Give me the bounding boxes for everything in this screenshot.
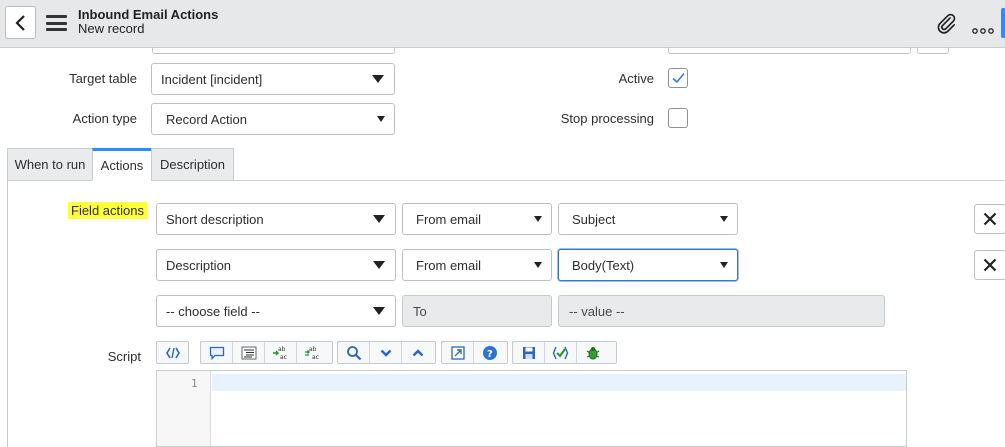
toolbar-group-edit: ab ac ab ac [200, 341, 333, 364]
field-action-value-select[interactable]: Body(Text) [558, 249, 738, 281]
new-field-select[interactable]: -- choose field -- [156, 295, 396, 327]
dropdown-caret-icon [377, 116, 385, 122]
save-icon [522, 346, 535, 359]
new-source-readonly: To [402, 295, 552, 327]
chevron-down-icon [380, 349, 391, 357]
help-button[interactable]: ? [474, 342, 506, 363]
field-action-source-value: From email [416, 211, 482, 227]
field-actions-label: Field actions [68, 202, 147, 219]
hamburger-icon[interactable] [46, 15, 67, 31]
form-header: Inbound Email Actions New record [0, 0, 1005, 48]
field-action-source-select[interactable]: From email [402, 203, 552, 235]
close-icon [983, 212, 997, 226]
replace-icon: abac [272, 346, 287, 361]
comment-button[interactable] [201, 342, 233, 363]
syntax-check-icon [552, 346, 568, 359]
stop-processing-checkbox[interactable] [668, 108, 688, 128]
toolbar-group-format [156, 341, 189, 364]
chevron-left-icon [14, 14, 25, 31]
partial-field-left[interactable] [152, 47, 395, 54]
syntax-check-button[interactable] [545, 342, 577, 363]
svg-text:ab: ab [309, 346, 317, 353]
search-previous-button[interactable] [402, 342, 434, 363]
search-button[interactable] [338, 342, 370, 363]
tab-when-to-run[interactable]: When to run [7, 148, 93, 181]
field-action-field-select[interactable]: Short description [156, 203, 396, 235]
field-action-field-value: Short description [166, 211, 264, 227]
new-field-value: -- choose field -- [166, 303, 260, 319]
target-table-label: Target table [69, 71, 137, 86]
toggle-syntax-button[interactable] [157, 342, 188, 363]
action-type-label: Action type [72, 111, 137, 126]
fullscreen-icon [450, 345, 465, 360]
field-action-value-select[interactable]: Subject [558, 203, 738, 235]
search-icon [346, 345, 361, 360]
toolbar-group-script [512, 341, 617, 364]
header-edge-button[interactable] [1001, 8, 1005, 38]
field-action-field-select[interactable]: Description [156, 249, 396, 281]
svg-text:?: ? [487, 349, 493, 360]
toolbar-group-view: ? [441, 341, 508, 364]
fullscreen-button[interactable] [442, 342, 474, 363]
new-value-readonly: -- value -- [558, 295, 885, 327]
active-checkbox[interactable] [668, 68, 688, 88]
form-title: Inbound Email Actions New record [78, 8, 218, 36]
remove-row-button[interactable] [974, 250, 1005, 280]
replace-all-icon: abac [305, 346, 319, 361]
partial-field-right-button[interactable] [917, 47, 949, 54]
save-button[interactable] [513, 342, 545, 363]
bug-icon [586, 346, 600, 359]
partial-field-right[interactable] [668, 47, 911, 54]
replace-all-button[interactable]: ab ac [297, 342, 329, 363]
active-line-highlight [212, 374, 906, 391]
field-action-value-value: Body(Text) [572, 257, 635, 273]
field-action-source-value: From email [416, 257, 482, 273]
field-action-value-value: Subject [572, 211, 616, 227]
tab-actions[interactable]: Actions [92, 148, 152, 181]
dropdown-caret-icon [373, 261, 385, 269]
target-table-value: Incident [incident] [161, 71, 263, 87]
form-subtitle: New record [78, 21, 145, 36]
active-label: Active [618, 71, 654, 86]
dropdown-caret-icon [720, 216, 728, 222]
target-table-select[interactable]: Incident [incident] [151, 63, 395, 95]
debug-script-button[interactable] [577, 342, 609, 363]
back-button[interactable] [5, 6, 36, 39]
dropdown-caret-icon [372, 75, 384, 83]
action-type-select[interactable]: Record Action [151, 103, 395, 135]
svg-text:ac: ac [312, 354, 319, 361]
line-number: 1 [191, 377, 198, 390]
format-code-button[interactable] [233, 342, 265, 363]
comment-icon [209, 346, 224, 360]
dropdown-caret-icon [534, 262, 542, 268]
svg-text:ab: ab [278, 346, 286, 353]
dropdown-caret-icon [373, 215, 385, 223]
field-action-source-select[interactable]: From email [402, 249, 552, 281]
toolbar-group-search [337, 341, 436, 364]
tab-description[interactable]: Description [151, 148, 234, 181]
checkmark-icon [672, 72, 685, 84]
action-type-value: Record Action [166, 111, 247, 127]
replace-button[interactable]: ab ac [265, 342, 297, 363]
editor-gutter: 1 [157, 371, 211, 446]
paperclip-icon[interactable] [935, 12, 957, 34]
dropdown-caret-icon [720, 262, 728, 268]
script-editor[interactable]: 1 [156, 370, 907, 447]
help-icon: ? [483, 345, 497, 360]
dropdown-caret-icon [373, 307, 385, 315]
remove-row-button[interactable] [974, 204, 1005, 234]
search-next-button[interactable] [370, 342, 402, 363]
svg-text:ac: ac [280, 354, 287, 361]
field-action-field-value: Description [166, 257, 232, 273]
chevron-up-icon [412, 348, 424, 356]
form-title-text: Inbound Email Actions [78, 7, 219, 22]
script-label: Script [107, 349, 141, 364]
dropdown-caret-icon [534, 216, 542, 222]
stop-processing-label: Stop processing [560, 111, 654, 126]
close-icon [983, 258, 997, 272]
more-options-icon[interactable] [972, 21, 994, 37]
syntax-toggle-icon [165, 347, 180, 358]
format-code-icon [241, 346, 256, 359]
